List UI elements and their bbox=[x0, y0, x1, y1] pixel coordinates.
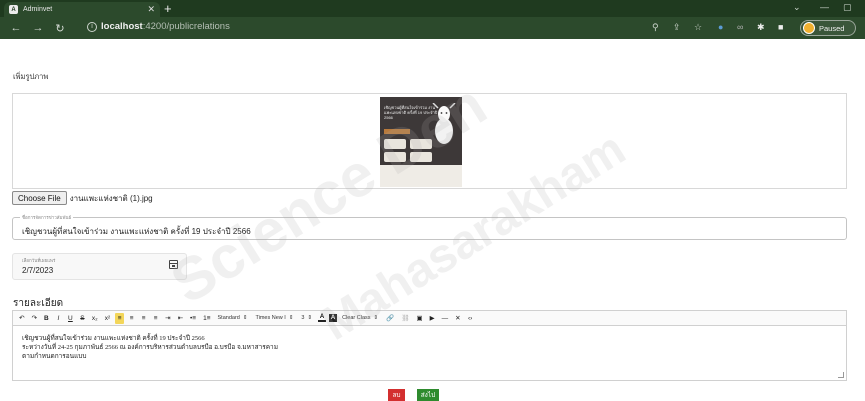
horizontal-rule-icon[interactable]: — bbox=[440, 313, 451, 324]
select-arrow-icon: ⇕ bbox=[307, 315, 313, 321]
calendar-icon[interactable] bbox=[169, 260, 178, 269]
details-title: รายละเอียด bbox=[13, 298, 64, 309]
file-name: งานแพะแห่งชาติ (1).jpg bbox=[69, 193, 153, 203]
forward-icon[interactable]: → bbox=[30, 22, 46, 34]
background-color-button[interactable]: A bbox=[329, 314, 338, 322]
poster-card bbox=[410, 152, 432, 162]
zoom-icon[interactable]: ⚲ bbox=[652, 22, 659, 33]
favicon-icon: A bbox=[9, 5, 18, 14]
poster-card bbox=[384, 139, 406, 149]
align-left-button[interactable]: ≡ bbox=[115, 312, 125, 324]
align-right-button[interactable]: ≡ bbox=[139, 313, 148, 324]
tab-title: Adminvet bbox=[23, 6, 53, 13]
subscript-button[interactable]: x₂ bbox=[90, 313, 100, 324]
justify-button[interactable]: ≡ bbox=[151, 313, 160, 324]
link-icon[interactable]: 🔗 bbox=[384, 313, 396, 324]
redo-icon[interactable]: ↷ bbox=[29, 313, 38, 324]
tab-search-icon[interactable]: ⌄ bbox=[793, 2, 801, 13]
maximize-icon[interactable]: ▢ bbox=[843, 2, 852, 13]
bullet-list-button[interactable]: •≡ bbox=[188, 313, 198, 324]
url-text: localhost:4200/publicrelations bbox=[101, 21, 230, 32]
font-name-value: Times New I bbox=[255, 315, 286, 321]
text-color-button[interactable]: A bbox=[318, 314, 327, 322]
poster-image: เชิญชวนผู้ที่สนใจเข้าร่วม งานแพะแห่งชาติ… bbox=[380, 97, 462, 187]
font-size-select[interactable]: 3 ⇕ bbox=[299, 313, 314, 324]
profile-button[interactable]: Paused bbox=[800, 20, 856, 36]
code-view-icon[interactable]: ‹› bbox=[466, 313, 475, 324]
bold-button[interactable]: B bbox=[42, 313, 51, 324]
address-bar[interactable]: i localhost:4200/publicrelations bbox=[79, 20, 659, 36]
date-field[interactable]: เลือกวันที่เผยแพร่ 2/7/2023 bbox=[12, 253, 187, 280]
back-icon[interactable]: ← bbox=[8, 22, 24, 34]
poster-card bbox=[410, 139, 432, 149]
numbered-list-button[interactable]: 1≡ bbox=[201, 313, 212, 324]
unlink-icon[interactable]: ⛓ bbox=[399, 313, 411, 324]
poster-footer bbox=[380, 165, 462, 187]
resize-handle-icon[interactable] bbox=[838, 372, 844, 378]
minimize-icon[interactable]: — bbox=[820, 2, 829, 12]
choose-file-button[interactable]: Choose File bbox=[12, 191, 67, 205]
image-preview-box: เชิญชวนผู้ที่สนใจเข้าร่วม งานแพะแห่งชาติ… bbox=[12, 93, 847, 189]
extension-icon[interactable]: ● bbox=[718, 22, 723, 32]
subject-legend: ชื่อการจัดการข่าวสัมพันธ์ bbox=[20, 214, 74, 221]
close-icon[interactable]: ✕ bbox=[147, 4, 155, 15]
class-select-value: Clear Class bbox=[342, 315, 371, 321]
share-icon[interactable]: ⇪ bbox=[673, 22, 681, 33]
paragraph-style-select[interactable]: Standard ⇕ bbox=[216, 313, 250, 324]
undo-icon[interactable]: ↶ bbox=[17, 313, 26, 324]
file-input: Choose File งานแพะแห่งชาติ (1).jpg bbox=[12, 191, 153, 205]
select-arrow-icon: ⇕ bbox=[373, 315, 379, 321]
page-content: เพิ่มรูปภาพ เชิญชวนผู้ที่สนใจเข้าร่วม งา… bbox=[0, 39, 865, 401]
subject-value: เชิญชวนผู้ที่สนใจเข้าร่วม งานแพะแห่งชาติ… bbox=[22, 227, 251, 236]
clear-format-icon[interactable]: ✕ bbox=[453, 313, 462, 324]
submit-button[interactable]: ส่งไป bbox=[417, 389, 439, 401]
browser-tab-bar: A Adminvet ✕ + ⌄ — ▢ bbox=[0, 0, 865, 17]
reload-icon[interactable]: ↻ bbox=[52, 22, 68, 35]
editor-toolbar: ↶ ↷ B I U S x₂ x² ≡ ≡ ≡ ≡ ⇥ ⇤ •≡ 1≡ Stan… bbox=[12, 310, 847, 325]
new-tab-icon[interactable]: + bbox=[164, 1, 172, 16]
superscript-button[interactable]: x² bbox=[103, 313, 112, 324]
outdent-button[interactable]: ⇤ bbox=[176, 313, 185, 324]
profile-status: Paused bbox=[819, 23, 845, 33]
puzzle-icon[interactable]: ✱ bbox=[757, 22, 765, 33]
align-center-button[interactable]: ≡ bbox=[127, 313, 136, 324]
upload-label: เพิ่มรูปภาพ bbox=[13, 72, 49, 81]
select-arrow-icon: ⇕ bbox=[242, 315, 248, 321]
poster-badge bbox=[384, 129, 410, 134]
strikethrough-button[interactable]: S bbox=[78, 313, 87, 324]
avatar bbox=[803, 22, 815, 34]
font-size-value: 3 bbox=[301, 315, 305, 321]
cancel-button[interactable]: ลบ bbox=[388, 389, 405, 401]
date-legend: เลือกวันที่เผยแพร่ bbox=[22, 258, 56, 263]
editor-content[interactable]: เชิญชวนผู้ที่สนใจเข้าร่วม งานแพะแห่งชาติ… bbox=[12, 325, 847, 381]
font-name-select[interactable]: Times New I ⇕ bbox=[253, 313, 295, 324]
goat-icon bbox=[432, 103, 456, 144]
paragraph-style-value: Standard bbox=[217, 315, 240, 321]
editor-line: เชิญชวนผู้ที่สนใจเข้าร่วม งานแพะแห่งชาติ… bbox=[22, 335, 205, 342]
star-icon[interactable]: ☆ bbox=[694, 22, 702, 33]
info-icon[interactable]: i bbox=[87, 22, 97, 32]
browser-tab[interactable]: A Adminvet ✕ bbox=[4, 2, 160, 17]
url-host: localhost bbox=[101, 21, 143, 32]
indent-button[interactable]: ⇥ bbox=[163, 313, 172, 324]
browser-toolbar: ← → ↻ i localhost:4200/publicrelations ⚲… bbox=[0, 17, 865, 39]
date-value: 2/7/2023 bbox=[22, 266, 54, 275]
video-icon[interactable]: ▶ bbox=[428, 313, 437, 324]
class-select[interactable]: Clear Class ⇕ bbox=[340, 313, 380, 324]
url-path: :4200/publicrelations bbox=[142, 21, 230, 32]
italic-button[interactable]: I bbox=[54, 313, 63, 324]
subject-field[interactable]: ชื่อการจัดการข่าวสัมพันธ์ เชิญชวนผู้ที่ส… bbox=[12, 214, 847, 240]
underline-button[interactable]: U bbox=[66, 313, 75, 324]
sidepanel-icon[interactable]: ■ bbox=[778, 22, 783, 32]
extension-2-icon[interactable]: ∞ bbox=[737, 22, 743, 32]
poster-card bbox=[384, 152, 406, 162]
editor-line: ตามกำหนดการอนแบบ bbox=[22, 353, 87, 360]
image-icon[interactable]: ▣ bbox=[415, 313, 425, 324]
select-arrow-icon: ⇕ bbox=[288, 315, 294, 321]
editor-line: ระหว่างวันที่ 24-25 กุมภาพันธ์ 2566 ณ อง… bbox=[22, 344, 278, 351]
